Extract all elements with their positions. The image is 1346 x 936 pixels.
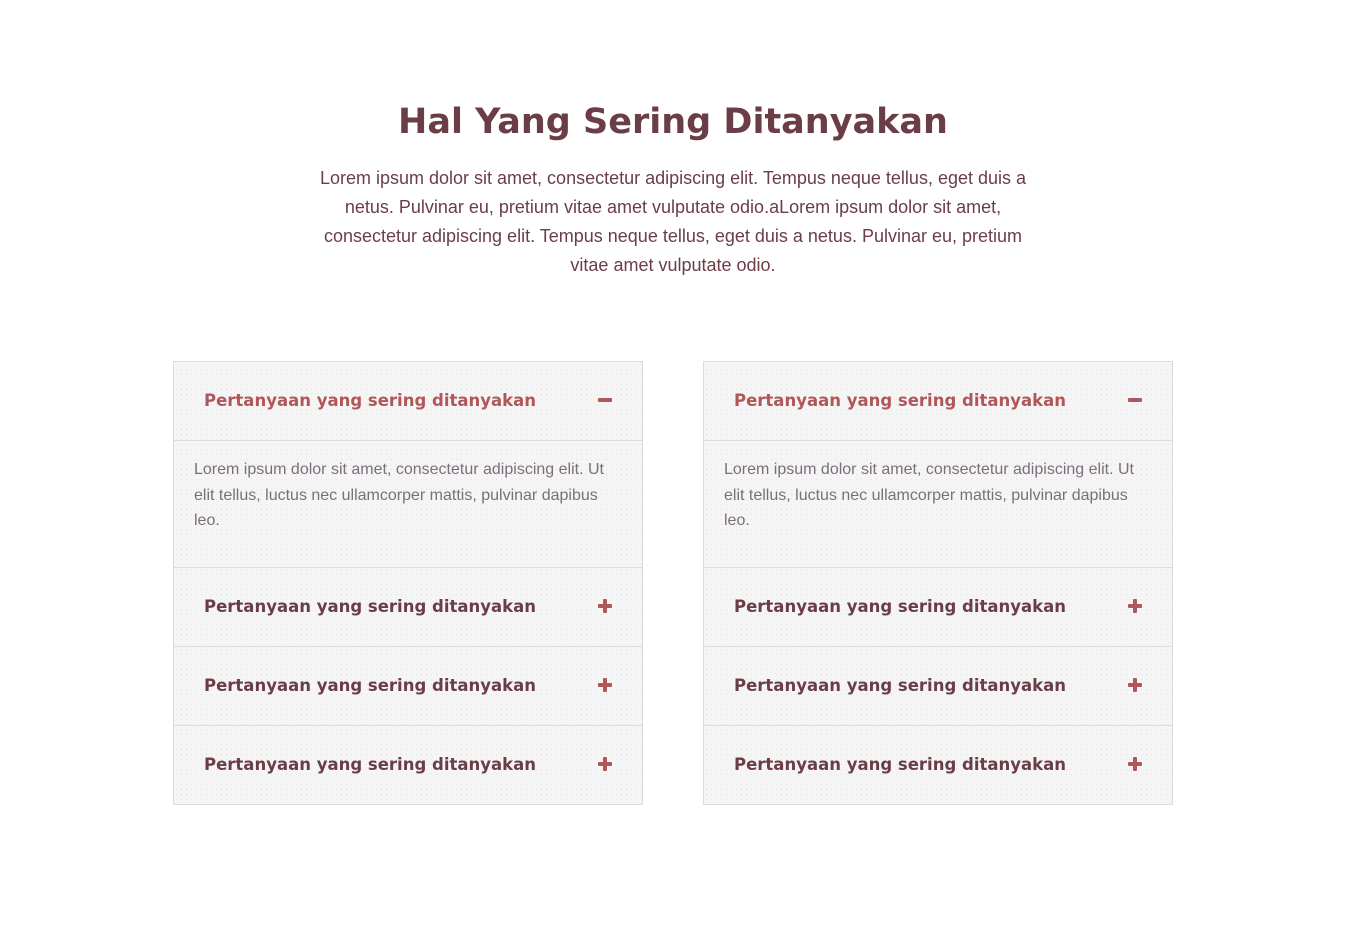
faq-item: Pertanyaan yang sering ditanyakan Lorem … bbox=[174, 362, 642, 567]
plus-icon[interactable] bbox=[1128, 757, 1142, 771]
faq-question: Pertanyaan yang sering ditanyakan bbox=[734, 755, 1066, 774]
faq-item-toggle[interactable]: Pertanyaan yang sering ditanyakan bbox=[704, 647, 1172, 725]
faq-item-toggle[interactable]: Pertanyaan yang sering ditanyakan bbox=[174, 726, 642, 804]
faq-question: Pertanyaan yang sering ditanyakan bbox=[734, 676, 1066, 695]
faq-item-toggle[interactable]: Pertanyaan yang sering ditanyakan bbox=[704, 568, 1172, 646]
faq-question: Pertanyaan yang sering ditanyakan bbox=[204, 755, 536, 774]
faq-answer-panel: Lorem ipsum dolor sit amet, consectetur … bbox=[174, 440, 642, 567]
plus-icon[interactable] bbox=[598, 678, 612, 692]
faq-item-toggle[interactable]: Pertanyaan yang sering ditanyakan bbox=[174, 362, 642, 440]
faq-item-toggle[interactable]: Pertanyaan yang sering ditanyakan bbox=[174, 647, 642, 725]
plus-icon[interactable] bbox=[598, 599, 612, 613]
faq-question: Pertanyaan yang sering ditanyakan bbox=[204, 597, 536, 616]
faq-answer: Lorem ipsum dolor sit amet, consectetur … bbox=[194, 461, 604, 529]
faq-item: Pertanyaan yang sering ditanyakan bbox=[704, 567, 1172, 646]
faq-accordion-left: Pertanyaan yang sering ditanyakan Lorem … bbox=[173, 361, 643, 805]
faq-answer-panel: Lorem ipsum dolor sit amet, consectetur … bbox=[704, 440, 1172, 567]
faq-item: Pertanyaan yang sering ditanyakan bbox=[174, 567, 642, 646]
section-intro: Lorem ipsum dolor sit amet, consectetur … bbox=[319, 168, 1027, 275]
section-title: Hal Yang Sering Ditanyakan bbox=[398, 102, 948, 142]
faq-question: Pertanyaan yang sering ditanyakan bbox=[204, 676, 536, 695]
faq-question: Pertanyaan yang sering ditanyakan bbox=[204, 391, 536, 410]
minus-icon[interactable] bbox=[598, 393, 612, 407]
faq-accordion-right: Pertanyaan yang sering ditanyakan Lorem … bbox=[703, 361, 1173, 805]
faq-item: Pertanyaan yang sering ditanyakan bbox=[174, 646, 642, 725]
faq-item: Pertanyaan yang sering ditanyakan bbox=[704, 646, 1172, 725]
faq-item-toggle[interactable]: Pertanyaan yang sering ditanyakan bbox=[704, 362, 1172, 440]
faq-item-toggle[interactable]: Pertanyaan yang sering ditanyakan bbox=[174, 568, 642, 646]
faq-item: Pertanyaan yang sering ditanyakan Lorem … bbox=[704, 362, 1172, 567]
faq-question: Pertanyaan yang sering ditanyakan bbox=[734, 391, 1066, 410]
plus-icon[interactable] bbox=[1128, 599, 1142, 613]
faq-question: Pertanyaan yang sering ditanyakan bbox=[734, 597, 1066, 616]
minus-icon[interactable] bbox=[1128, 393, 1142, 407]
faq-item: Pertanyaan yang sering ditanyakan bbox=[704, 725, 1172, 804]
faq-item-toggle[interactable]: Pertanyaan yang sering ditanyakan bbox=[704, 726, 1172, 804]
plus-icon[interactable] bbox=[1128, 678, 1142, 692]
faq-item: Pertanyaan yang sering ditanyakan bbox=[174, 725, 642, 804]
plus-icon[interactable] bbox=[598, 757, 612, 771]
faq-answer: Lorem ipsum dolor sit amet, consectetur … bbox=[724, 461, 1134, 529]
